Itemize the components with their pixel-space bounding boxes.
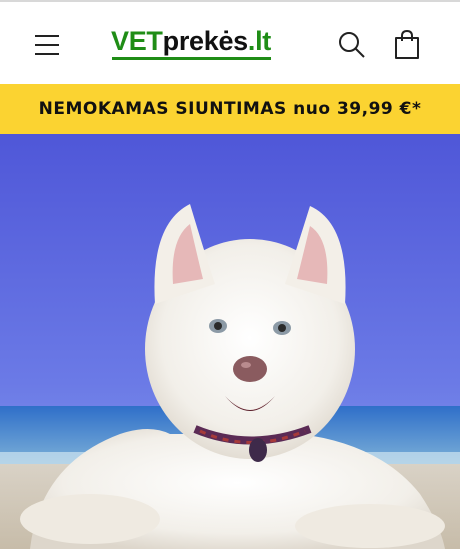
hero-banner[interactable] [0,134,460,549]
logo-prekes: prekės [162,26,249,56]
logo-lt: .lt [247,26,271,56]
site-logo[interactable]: VETprekės.lt [111,26,271,60]
logo-underline [112,57,271,60]
logo-vet: VET [111,26,163,56]
site-header: VETprekės.lt [0,0,460,84]
hamburger-menu-icon[interactable] [30,29,64,59]
search-icon[interactable] [336,29,368,61]
white-puppy-on-beach [0,134,460,549]
announcement-text: NEMOKAMAS SIUNTIMAS nuo 39,99 €* [38,99,422,119]
announcement-bar: NEMOKAMAS SIUNTIMAS nuo 39,99 €* [0,84,460,134]
shopping-bag-icon[interactable] [390,28,424,62]
